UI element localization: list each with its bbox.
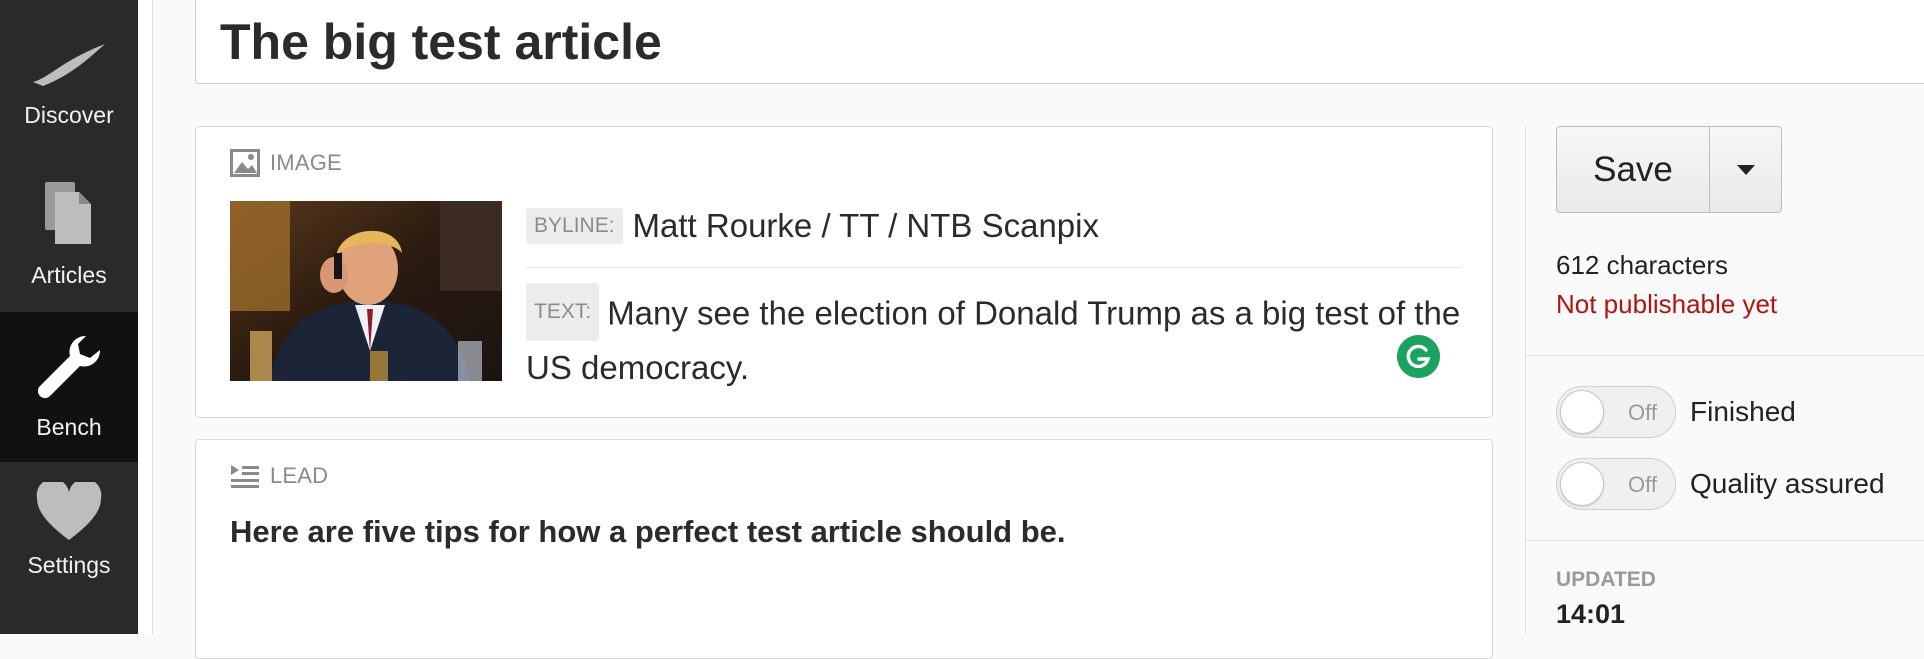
nav-label-bench: Bench — [36, 414, 102, 440]
updated-label: UPDATED — [1556, 568, 1656, 591]
image-icon — [230, 149, 260, 177]
toggle-state: Off — [1628, 472, 1657, 497]
character-count: 612 characters — [1556, 250, 1728, 280]
finished-row: Off Finished — [1556, 386, 1796, 438]
toggle-knob — [1560, 390, 1604, 434]
nav-separator — [138, 0, 153, 634]
byline-field[interactable]: Matt Rourke / TT / NTB Scanpix — [633, 207, 1099, 245]
quality-assured-row: Off Quality assured — [1556, 458, 1885, 510]
discover-icon — [33, 44, 105, 86]
publish-status: Not publishable yet — [1556, 289, 1778, 319]
nav-label-articles: Articles — [31, 262, 107, 288]
nav-label-settings: Settings — [27, 552, 111, 578]
article-photo[interactable] — [230, 201, 502, 381]
nav-item-discover[interactable]: Discover — [0, 0, 138, 150]
save-options-button[interactable] — [1710, 126, 1782, 213]
quality-assured-label: Quality assured — [1690, 468, 1885, 499]
image-card-title: IMAGE — [270, 150, 342, 175]
updated-time: 14:01 — [1556, 599, 1626, 629]
nav-item-bench[interactable]: Bench — [0, 312, 138, 462]
lead-text-field[interactable]: Here are five tips for how a perfect tes… — [230, 514, 1066, 550]
article-title[interactable]: The big test article — [220, 13, 662, 71]
right-panel-divider — [1525, 126, 1526, 634]
byline-row: BYLINE: Matt Rourke / TT / NTB Scanpix — [526, 207, 1099, 245]
save-button-group: Save — [1556, 126, 1782, 213]
lead-card-header: LEAD — [230, 460, 328, 492]
byline-tag: BYLINE: — [526, 208, 623, 244]
toggle-state: Off — [1628, 400, 1657, 425]
text-tag: TEXT: — [526, 283, 600, 341]
caret-down-icon — [1736, 164, 1755, 175]
grammarly-icon[interactable] — [1397, 335, 1440, 378]
quality-assured-toggle[interactable]: Off — [1556, 458, 1676, 510]
lead-card-title: LEAD — [270, 463, 329, 488]
finished-label: Finished — [1690, 396, 1796, 427]
nav-label-discover: Discover — [24, 102, 114, 128]
caption-text: Many see the election of Donald Trump as… — [526, 294, 1461, 386]
caption-text-field[interactable]: TEXT: Many see the election of Donald Tru… — [526, 283, 1461, 391]
panel-divider-2 — [1526, 540, 1924, 541]
nav-item-settings[interactable]: Settings — [0, 462, 138, 634]
nav-item-articles[interactable]: Articles — [0, 150, 138, 312]
image-card: IMAGE BYLINE: Matt Rourke / TT / NTB Sca… — [195, 126, 1493, 418]
left-nav: Discover Articles Bench Settings — [0, 0, 138, 634]
lead-card: LEAD Here are five tips for how a perfec… — [195, 439, 1493, 659]
lead-icon — [231, 465, 259, 488]
title-field[interactable]: The big test article — [195, 0, 1924, 84]
articles-icon — [45, 182, 91, 244]
toggle-knob — [1560, 462, 1604, 506]
heart-icon — [36, 482, 102, 540]
panel-divider-1 — [1526, 355, 1924, 356]
caption-divider — [526, 267, 1461, 268]
finished-toggle[interactable]: Off — [1556, 386, 1676, 438]
wrench-icon — [37, 335, 101, 399]
save-button[interactable]: Save — [1556, 126, 1710, 213]
image-card-header: IMAGE — [230, 147, 342, 179]
